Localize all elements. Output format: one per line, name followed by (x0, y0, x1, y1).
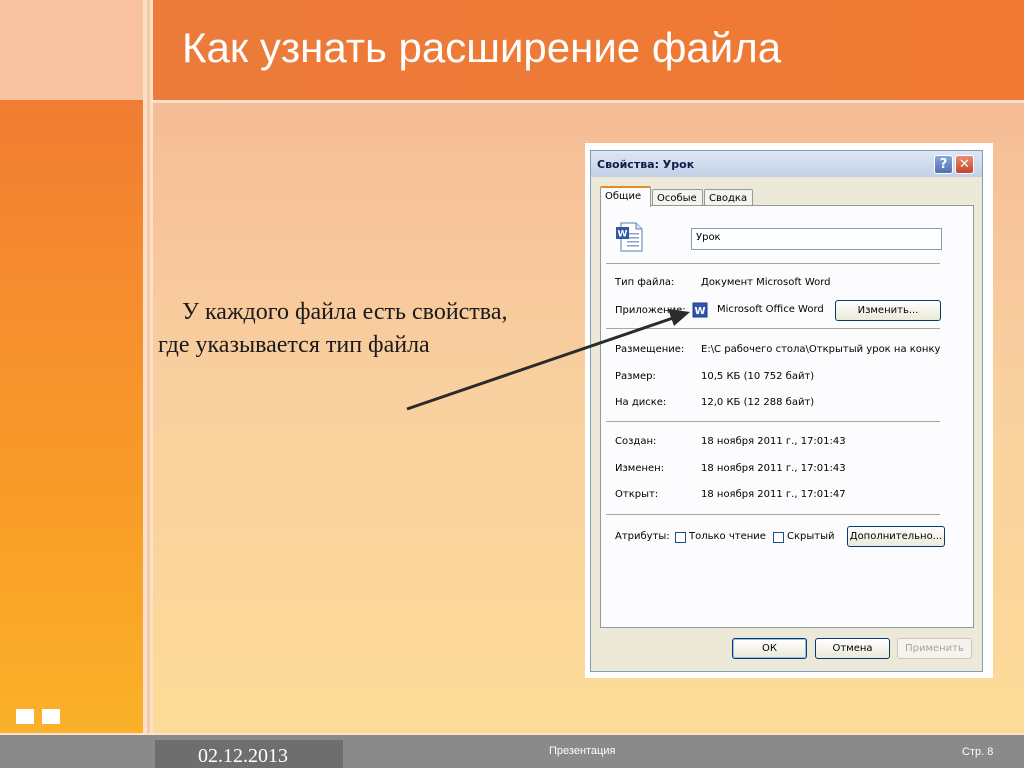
footer-bar (0, 735, 1024, 768)
deco-square-2 (42, 709, 60, 724)
deco-square-1 (16, 709, 34, 724)
advanced-button[interactable]: Дополнительно... (847, 526, 945, 547)
readonly-checkbox[interactable] (675, 532, 686, 543)
cancel-button[interactable]: Отмена (815, 638, 890, 659)
location-value: E:\С рабочего стола\Открытый урок на кон… (701, 344, 941, 355)
footer-date: 02.12.2013 (198, 745, 288, 767)
separator (606, 263, 940, 264)
tab-general[interactable]: Общие (600, 186, 651, 207)
file-name-input[interactable]: Урок (691, 228, 942, 250)
dialog-title: Свойства: Урок (597, 158, 695, 171)
attributes-label: Атрибуты: (615, 531, 670, 542)
dialog-titlebar: Свойства: Урок ? ✕ (591, 151, 982, 177)
created-label: Создан: (615, 436, 657, 447)
hidden-checkbox[interactable] (773, 532, 784, 543)
left-accent-top (0, 0, 143, 100)
svg-text:W: W (618, 230, 628, 240)
close-icon[interactable]: ✕ (955, 155, 974, 174)
modified-value: 18 ноября 2011 г., 17:01:43 (701, 463, 846, 474)
file-type-value: Документ Microsoft Word (701, 277, 831, 288)
hidden-label: Скрытый (787, 531, 835, 542)
accessed-label: Открыт: (615, 489, 659, 500)
application-value: Microsoft Office Word (717, 304, 824, 315)
readonly-label: Только чтение (689, 531, 766, 542)
help-icon[interactable]: ? (934, 155, 953, 174)
location-label: Размещение: (615, 344, 685, 355)
accessed-value: 18 ноября 2011 г., 17:01:47 (701, 489, 846, 500)
size-on-disk-value: 12,0 КБ (12 288 байт) (701, 397, 815, 408)
apply-button[interactable]: Применить (897, 638, 972, 659)
left-accent-column (0, 0, 143, 735)
file-type-label: Тип файла: (615, 277, 675, 288)
change-button[interactable]: Изменить... (835, 300, 941, 321)
separator (606, 514, 940, 515)
modified-label: Изменен: (615, 463, 665, 474)
separator (606, 421, 940, 422)
size-value: 10,5 КБ (10 752 байт) (701, 371, 815, 382)
file-properties-dialog: Свойства: Урок ? ✕ Общие Особые Сводка W… (590, 150, 983, 672)
slide-title: Как узнать расширение файла (182, 24, 782, 71)
created-value: 18 ноября 2011 г., 17:01:43 (701, 436, 846, 447)
separator (606, 328, 940, 329)
vertical-divider (143, 0, 147, 768)
footer-page-number: Стр. 8 (962, 746, 994, 758)
general-tab-panel (600, 205, 974, 628)
word-document-icon: W (616, 222, 643, 252)
size-label: Размер: (615, 371, 656, 382)
size-on-disk-label: На диске: (615, 397, 667, 408)
application-label: Приложение: (615, 305, 686, 316)
ok-button[interactable]: ОК (732, 638, 807, 659)
svg-text:W: W (694, 306, 705, 317)
word-app-icon: W (692, 302, 708, 318)
slide-body-text: У каждого файла есть свойства, где указы… (158, 299, 508, 358)
footer-presentation-label: Презентация (549, 745, 616, 757)
